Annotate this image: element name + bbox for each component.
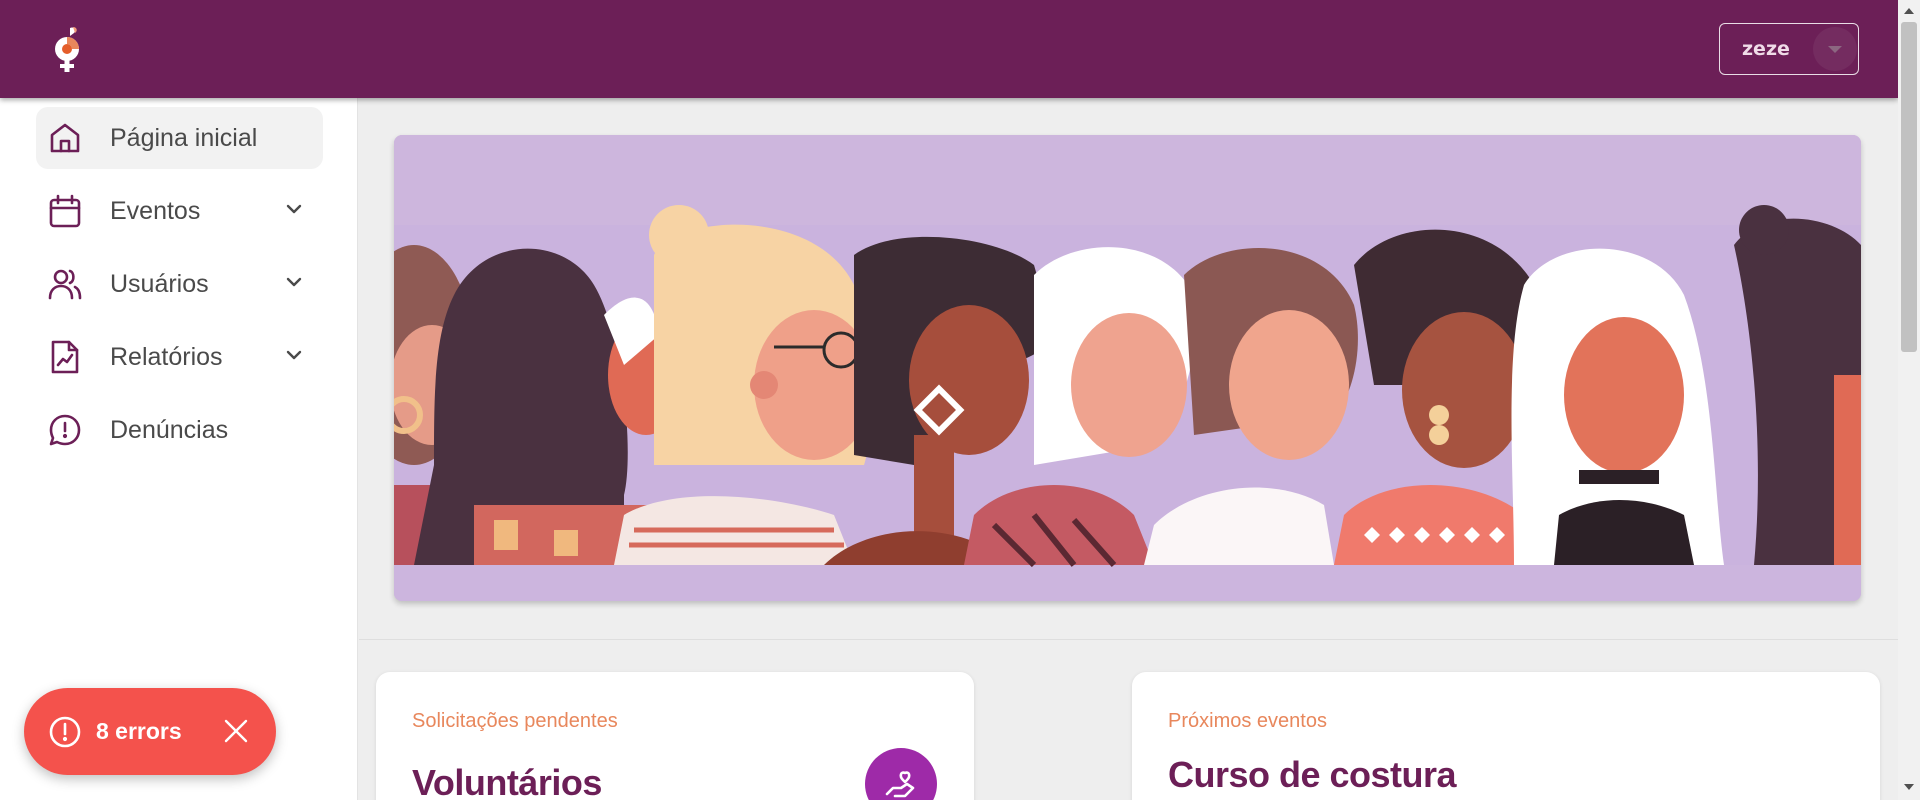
error-count-label: 8 errors [96,718,182,744]
chevron-down-icon[interactable] [285,276,303,288]
top-bar: zeze [0,0,1898,98]
sidebar-item-label: Usuários [110,270,209,298]
women-profiles-illustration [394,135,1861,601]
section-divider [359,639,1898,640]
caret-down-icon [1828,45,1842,53]
sidebar-item-usuarios[interactable]: Usuários [36,253,323,315]
error-toast[interactable]: 8 errors [24,688,276,775]
user-name: zeze [1742,38,1790,60]
close-icon[interactable] [221,716,251,746]
scroll-thumb[interactable] [1901,22,1917,352]
upcoming-events-card[interactable]: Próximos eventos Curso de costura [1132,672,1880,800]
user-menu-caret [1813,27,1857,71]
error-circle-icon [49,716,81,748]
card-title: Curso de costura [1168,754,1457,795]
card-caption: Próximos eventos [1168,710,1327,732]
card-caption: Solicitações pendentes [412,710,618,732]
card-badge [865,748,937,800]
sidebar-item-label: Página inicial [110,124,258,152]
app-logo[interactable] [48,24,88,74]
vertical-scrollbar[interactable] [1898,0,1920,800]
report-icon [51,340,79,374]
sidebar-item-home[interactable]: Página inicial [36,107,323,169]
card-title: Voluntários [412,762,602,800]
sidebar-item-eventos[interactable]: Eventos [36,180,323,242]
sidebar-item-label: Eventos [110,197,201,225]
scroll-down-arrow-icon[interactable] [1904,784,1914,790]
volunteer-hand-heart-icon [885,771,915,798]
pending-requests-card[interactable]: Solicitações pendentes Voluntários [376,672,974,800]
sidebar-item-label: Denúncias [110,416,229,444]
calendar-icon [49,194,81,228]
scroll-up-arrow-icon[interactable] [1904,8,1914,14]
users-icon [48,269,82,300]
sidebar-item-relatorios[interactable]: Relatórios [36,326,323,388]
user-menu-button[interactable]: zeze [1719,23,1859,75]
home-icon [50,123,80,153]
sidebar-item-denuncias[interactable]: Denúncias [36,399,323,461]
main-content: Solicitações pendentes Voluntários Próxi… [359,98,1898,800]
alert-chat-icon [49,414,81,446]
sidebar-item-label: Relatórios [110,343,223,371]
hero-banner [394,135,1861,601]
chevron-down-icon[interactable] [285,203,303,215]
chevron-down-icon[interactable] [285,349,303,361]
